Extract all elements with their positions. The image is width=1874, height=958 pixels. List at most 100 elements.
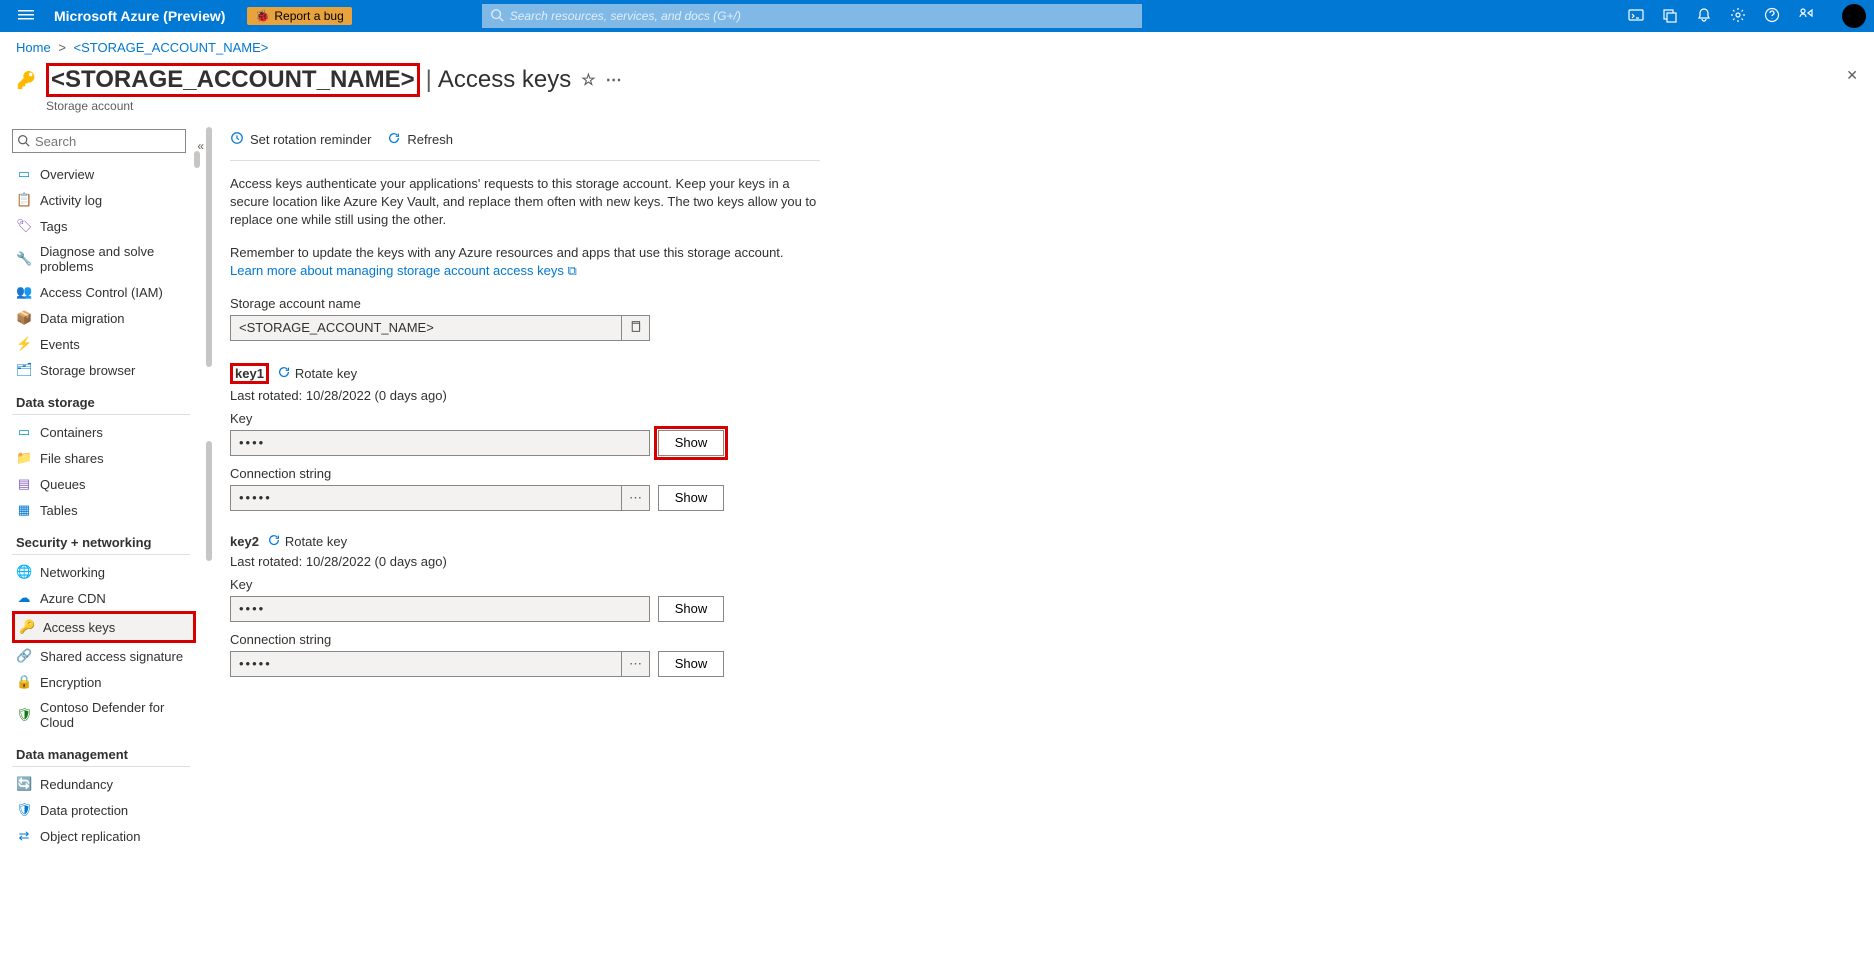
sidebar-item-file-shares[interactable]: 📁File shares bbox=[12, 445, 196, 471]
replication-icon: ⇄ bbox=[16, 828, 32, 844]
help-icon[interactable] bbox=[1764, 7, 1780, 26]
main-content: Set rotation reminder Refresh Access key… bbox=[200, 121, 1874, 857]
rotate-icon bbox=[277, 365, 291, 382]
sidebar-item-access-keys[interactable]: 🔑Access keys bbox=[12, 611, 196, 643]
description-1: Access keys authenticate your applicatio… bbox=[230, 175, 820, 230]
sidebar-item-overview[interactable]: ▭Overview bbox=[12, 161, 196, 187]
set-rotation-button[interactable]: Set rotation reminder bbox=[230, 131, 371, 148]
show-key2-button[interactable]: Show bbox=[658, 596, 724, 622]
sidebar-item-label: Contoso Defender for Cloud bbox=[40, 700, 192, 730]
sidebar-item-data-migration[interactable]: 📦 Data migration bbox=[12, 305, 196, 331]
key1-conn-input[interactable] bbox=[230, 485, 622, 511]
close-icon[interactable]: ✕ bbox=[1846, 67, 1858, 84]
main-scrollbar-lower[interactable] bbox=[206, 441, 212, 561]
sidebar-group-data-storage: Data storage bbox=[12, 383, 190, 415]
key1-conn-label: Connection string bbox=[230, 466, 1850, 481]
brand-label: Microsoft Azure (Preview) bbox=[44, 8, 235, 24]
key1-section: key1 Rotate key Last rotated: 10/28/2022… bbox=[230, 363, 1850, 511]
hamburger-icon[interactable] bbox=[8, 7, 44, 26]
sidebar-item-tables[interactable]: ▦Tables bbox=[12, 497, 196, 523]
queue-icon: ▤ bbox=[16, 476, 32, 492]
key-icon bbox=[16, 69, 38, 94]
breadcrumb-home[interactable]: Home bbox=[16, 40, 51, 55]
rotate-icon bbox=[267, 533, 281, 550]
rotate-key1-button[interactable]: Rotate key bbox=[277, 365, 357, 382]
toolbar: Set rotation reminder Refresh bbox=[230, 131, 820, 161]
learn-more-link[interactable]: Learn more about managing storage accoun… bbox=[230, 263, 577, 278]
copy-account-name-button[interactable] bbox=[622, 315, 650, 341]
migrate-icon: 📦 bbox=[16, 310, 32, 326]
directories-icon[interactable] bbox=[1662, 7, 1678, 26]
sidebar-item-queues[interactable]: ▤Queues bbox=[12, 471, 196, 497]
sidebar-item-tags[interactable]: 🏷Tags bbox=[12, 213, 196, 239]
more-icon[interactable]: ⋯ bbox=[606, 70, 622, 90]
sidebar-group-security: Security + networking bbox=[12, 523, 190, 555]
favorite-icon[interactable]: ☆ bbox=[581, 70, 595, 90]
feedback-icon[interactable] bbox=[1798, 7, 1814, 26]
sidebar-item-iam[interactable]: 👥Access Control (IAM) bbox=[12, 279, 196, 305]
show-key1-button[interactable]: Show bbox=[658, 430, 724, 456]
settings-icon[interactable] bbox=[1730, 7, 1746, 26]
key2-conn-options-button[interactable]: ⋯ bbox=[622, 651, 650, 677]
sidebar-item-label: Data migration bbox=[40, 311, 125, 326]
key2-key-input[interactable] bbox=[230, 596, 650, 622]
bug-icon: 🐞 bbox=[255, 9, 270, 23]
show-key2-conn-button[interactable]: Show bbox=[658, 651, 724, 677]
refresh-button[interactable]: Refresh bbox=[387, 131, 453, 148]
rotate-key-label: Rotate key bbox=[285, 534, 347, 549]
top-icon-bar bbox=[1628, 7, 1826, 26]
redundancy-icon: 🔄 bbox=[16, 776, 32, 792]
notifications-icon[interactable] bbox=[1696, 7, 1712, 26]
sidebar-item-diagnose[interactable]: 🔧Diagnose and solve problems bbox=[12, 239, 196, 279]
sidebar-item-defender[interactable]: 🛡Contoso Defender for Cloud bbox=[12, 695, 196, 735]
sidebar-item-label: Diagnose and solve problems bbox=[40, 244, 192, 274]
key1-name: key1 bbox=[230, 363, 269, 384]
sidebar-item-encryption[interactable]: 🔒Encryption bbox=[12, 669, 196, 695]
protection-icon: 🛡 bbox=[16, 802, 32, 818]
sidebar-item-sas[interactable]: 🔗Shared access signature bbox=[12, 643, 196, 669]
sidebar-item-object-replication[interactable]: ⇄Object replication bbox=[12, 823, 196, 849]
page-subtitle: Storage account bbox=[46, 99, 622, 113]
show-key1-conn-button[interactable]: Show bbox=[658, 485, 724, 511]
sidebar-item-containers[interactable]: ▭ Containers bbox=[12, 419, 196, 445]
account-name-input[interactable] bbox=[230, 315, 622, 341]
external-link-icon: ⧉ bbox=[568, 263, 577, 278]
sidebar-item-networking[interactable]: 🌐Networking bbox=[12, 559, 196, 585]
key2-conn-input[interactable] bbox=[230, 651, 622, 677]
key1-conn-options-button[interactable]: ⋯ bbox=[622, 485, 650, 511]
sidebar-item-activity-log[interactable]: 📋Activity log bbox=[12, 187, 196, 213]
people-icon: 👥 bbox=[16, 284, 32, 300]
ellipsis-icon: ⋯ bbox=[629, 490, 642, 506]
tag-icon: 🏷 bbox=[16, 218, 32, 234]
sidebar-search-input[interactable] bbox=[12, 129, 186, 153]
clock-icon bbox=[230, 131, 244, 148]
key2-name: key2 bbox=[230, 534, 259, 549]
breadcrumb-separator: > bbox=[54, 40, 70, 55]
user-avatar[interactable] bbox=[1842, 4, 1866, 28]
sidebar-item-label: Shared access signature bbox=[40, 649, 183, 664]
sidebar-item-label: Networking bbox=[40, 565, 105, 580]
breadcrumb-current[interactable]: <STORAGE_ACCOUNT_NAME> bbox=[74, 40, 269, 55]
global-search-input[interactable] bbox=[482, 4, 1142, 28]
sidebar-item-label: File shares bbox=[40, 451, 104, 466]
account-name-label: Storage account name bbox=[230, 296, 1850, 311]
description-2-text: Remember to update the keys with any Azu… bbox=[230, 245, 784, 260]
search-icon bbox=[17, 134, 30, 150]
sidebar-item-redundancy[interactable]: 🔄Redundancy bbox=[12, 771, 196, 797]
sidebar-item-storage-browser[interactable]: 🗂Storage browser bbox=[12, 357, 196, 383]
sidebar-item-label: Containers bbox=[40, 425, 103, 440]
page-title: <STORAGE_ACCOUNT_NAME> | Access keys ☆ ⋯ bbox=[46, 63, 622, 97]
container-icon: ▭ bbox=[16, 424, 32, 440]
main-scrollbar[interactable] bbox=[206, 127, 212, 367]
key2-key-label: Key bbox=[230, 577, 1850, 592]
sidebar-item-events[interactable]: ⚡Events bbox=[12, 331, 196, 357]
cloud-shell-icon[interactable] bbox=[1628, 7, 1644, 26]
key2-section: key2 Rotate key Last rotated: 10/28/2022… bbox=[230, 533, 1850, 677]
rotate-key2-button[interactable]: Rotate key bbox=[267, 533, 347, 550]
key2-conn-label: Connection string bbox=[230, 632, 1850, 647]
sidebar-item-label: Azure CDN bbox=[40, 591, 106, 606]
key1-key-input[interactable] bbox=[230, 430, 650, 456]
sidebar-item-azure-cdn[interactable]: ☁Azure CDN bbox=[12, 585, 196, 611]
report-bug-button[interactable]: 🐞 Report a bug bbox=[247, 7, 351, 25]
sidebar-item-data-protection[interactable]: 🛡Data protection bbox=[12, 797, 196, 823]
